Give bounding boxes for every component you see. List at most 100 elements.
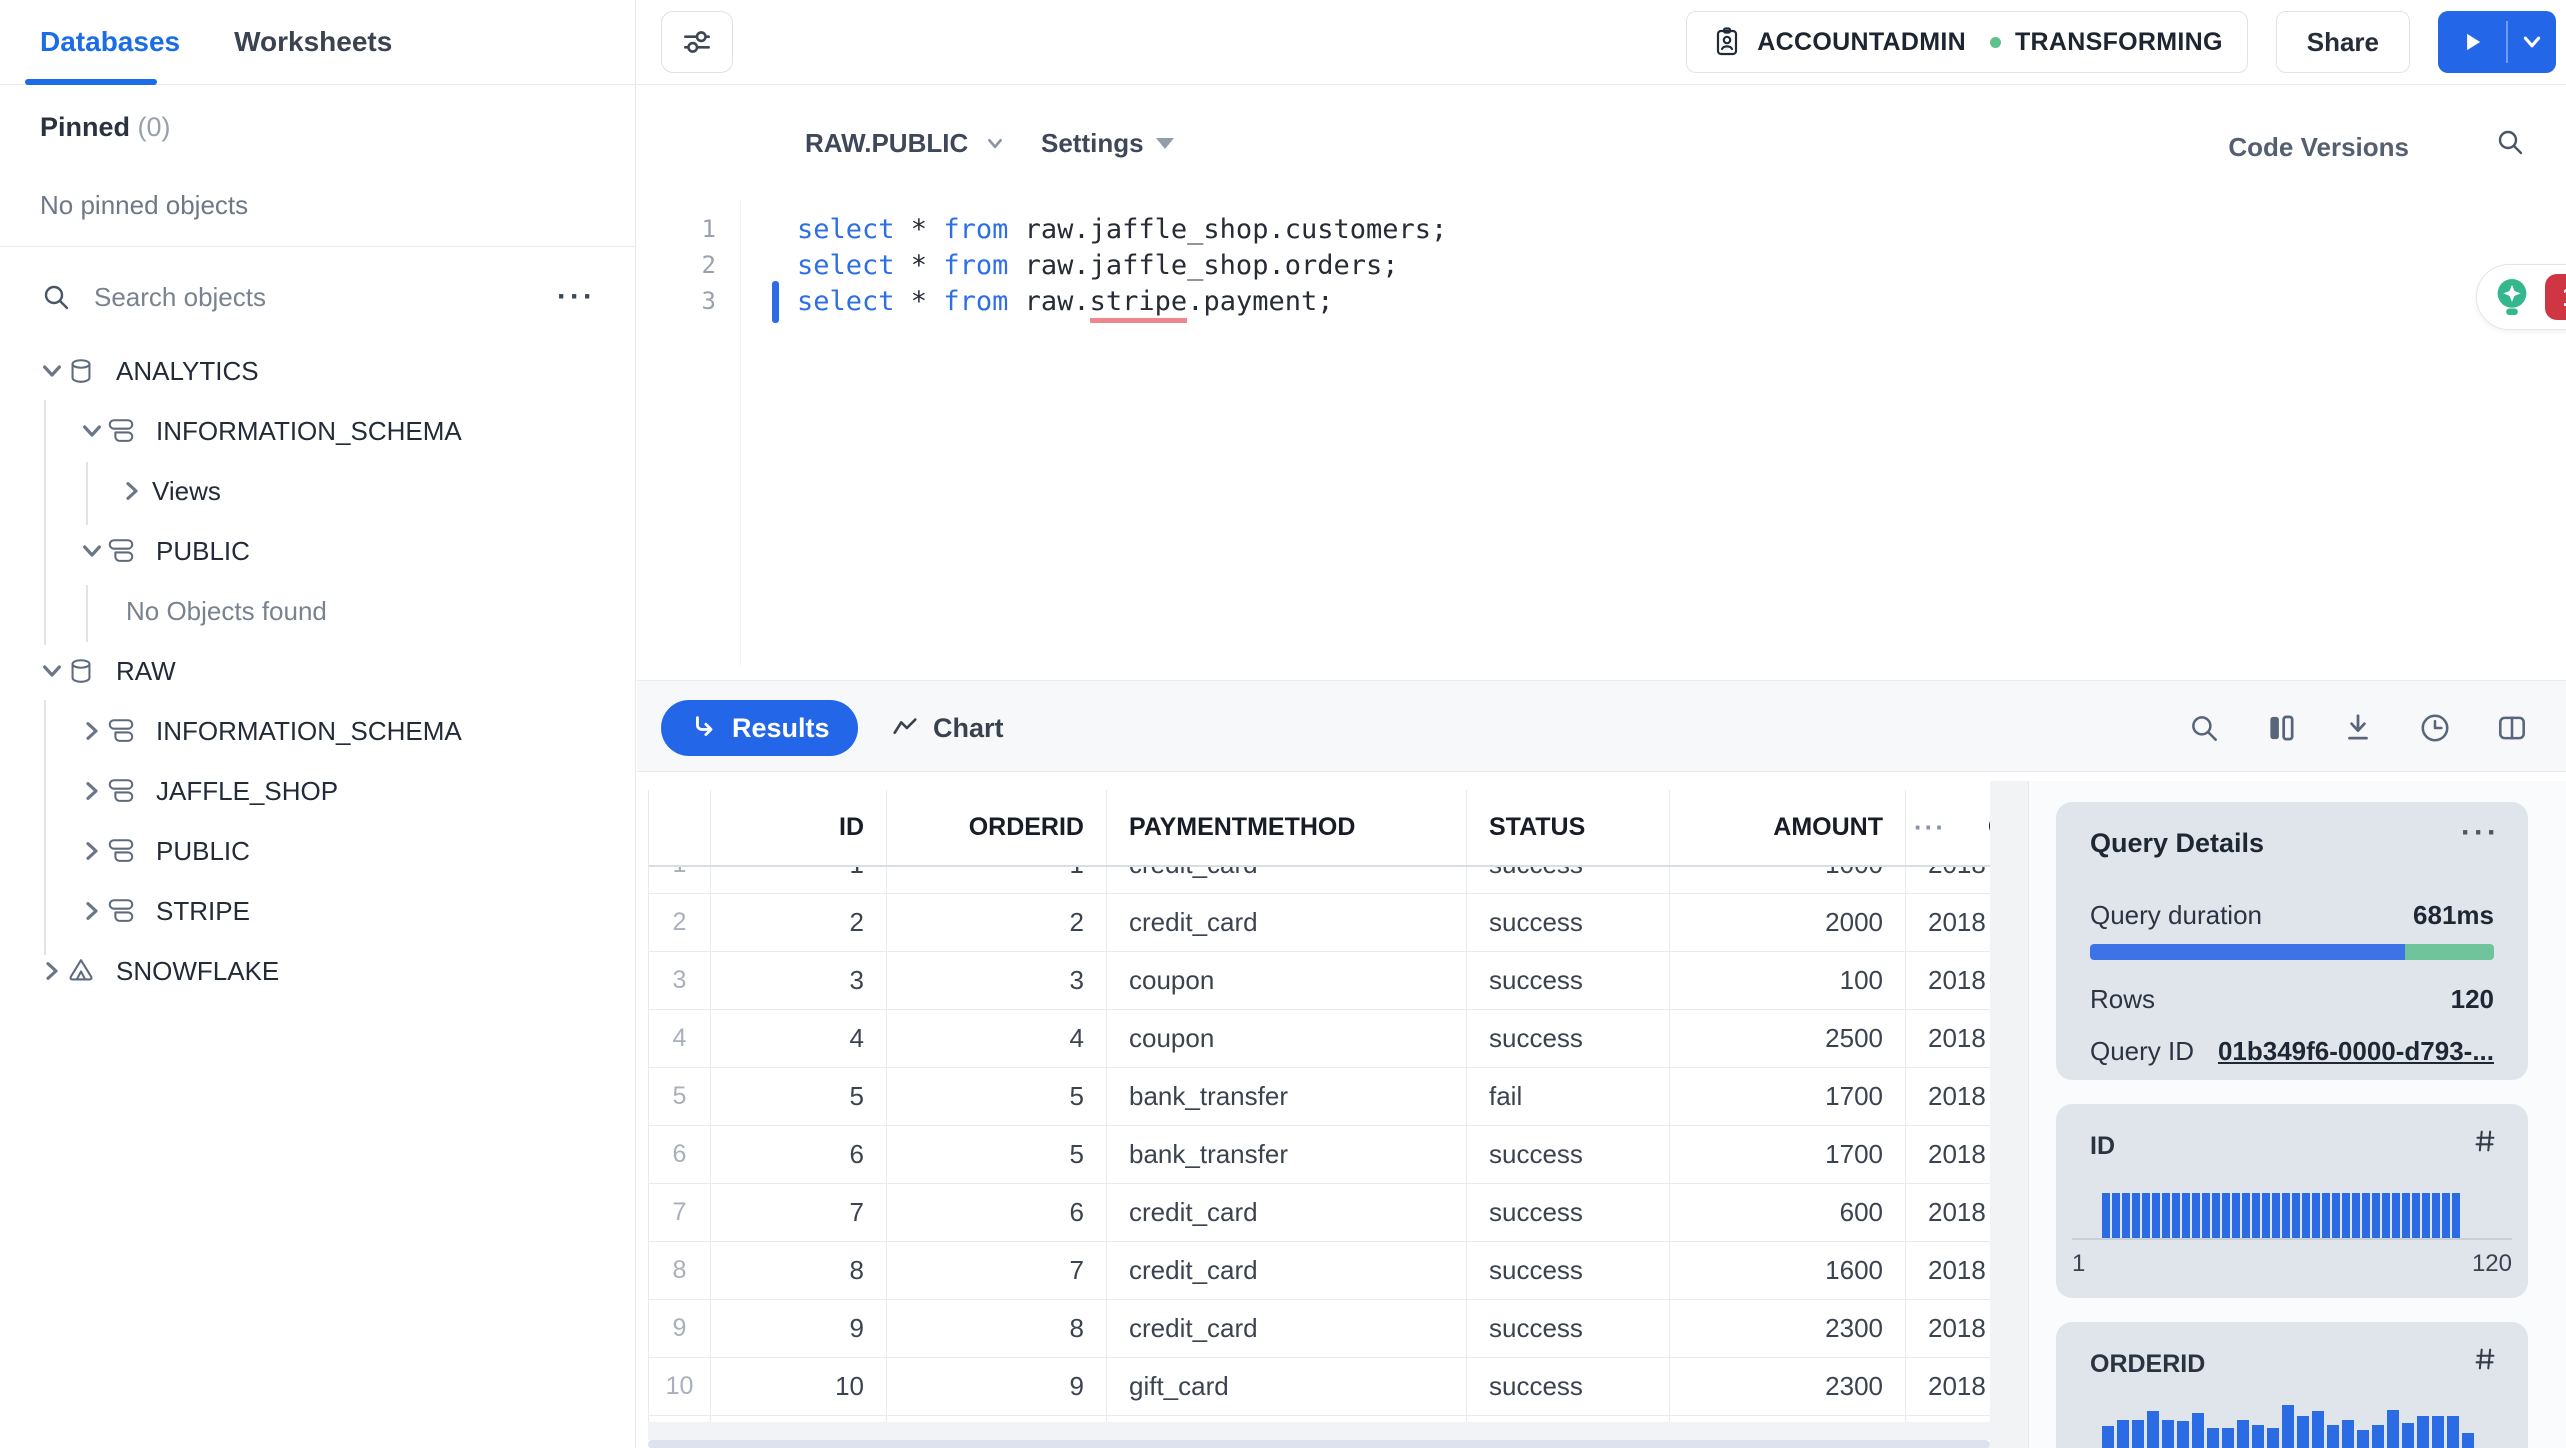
- copilot-suggestion-badge[interactable]: 1: [2476, 264, 2566, 330]
- cell: coupon: [1107, 952, 1467, 1009]
- code-line-1[interactable]: 1 select * from raw.jaffle_shop.customers…: [637, 211, 2517, 247]
- tree-item-label: Views: [152, 475, 221, 506]
- cell: 9: [711, 1300, 887, 1357]
- tree-item-raw[interactable]: RAW: [0, 641, 636, 701]
- tab-results[interactable]: Results: [661, 700, 858, 756]
- table-row[interactable]: 3 3 3 coupon success 100 2018: [649, 952, 1990, 1010]
- table-row[interactable]: 7 7 6 credit_card success 600 2018: [649, 1184, 1990, 1242]
- tree-item-views[interactable]: Views: [0, 461, 636, 521]
- histogram-bar: [2222, 1428, 2234, 1448]
- query-id-link[interactable]: 01b349f6-0000-d793-...: [2218, 1036, 2494, 1067]
- column-header-paymentmethod[interactable]: PAYMENTMETHOD: [1107, 790, 1467, 865]
- table-row[interactable]: 5 5 5 bank_transfer fail 1700 2018: [649, 1068, 1990, 1126]
- database-context-selector[interactable]: RAW.PUBLIC: [805, 128, 1010, 159]
- tree-item-information-schema[interactable]: INFORMATION_SCHEMA: [0, 401, 636, 461]
- sidebar-more-menu[interactable]: ···: [557, 282, 596, 312]
- tree-item-public[interactable]: PUBLIC: [0, 521, 636, 581]
- column-header-id[interactable]: ID: [711, 790, 887, 865]
- tree-item-public[interactable]: PUBLIC: [0, 821, 636, 881]
- histogram-bar: [2147, 1411, 2159, 1448]
- tree-item-snowflake[interactable]: SNOWFLAKE: [0, 941, 636, 1001]
- row-number: 6: [649, 1126, 711, 1183]
- histogram-bar: [2447, 1416, 2459, 1448]
- error-count-badge[interactable]: 1: [2545, 274, 2566, 320]
- code-line-2[interactable]: 2 select * from raw.jaffle_shop.orders;: [637, 247, 2517, 283]
- column-header-created[interactable]: ···CREATED: [1906, 790, 1990, 865]
- tree-item-analytics[interactable]: ANALYTICS: [0, 341, 636, 401]
- histogram-bar: [2372, 1193, 2380, 1238]
- table-row[interactable]: 8 8 7 credit_card success 1600 2018: [649, 1242, 1990, 1300]
- chevron-down-icon[interactable]: [78, 537, 106, 565]
- cell: 3: [711, 952, 887, 1009]
- filters-button[interactable]: [661, 11, 733, 73]
- table-row[interactable]: 4 4 4 coupon success 2500 2018: [649, 1010, 1990, 1068]
- object-search[interactable]: Search objects ···: [0, 247, 636, 347]
- cell: 4: [887, 1010, 1107, 1067]
- sql-editor[interactable]: 1 select * from raw.jaffle_shop.customers…: [637, 211, 2517, 323]
- chevron-right-icon[interactable]: [78, 897, 106, 925]
- cell: 2: [887, 894, 1107, 951]
- share-button[interactable]: Share: [2275, 11, 2410, 73]
- query-duration-value: 681ms: [2413, 900, 2494, 930]
- horizontal-scrollbar[interactable]: [648, 1440, 1990, 1448]
- tab-worksheets[interactable]: Worksheets: [234, 26, 392, 58]
- role-warehouse-selector[interactable]: ACCOUNTADMIN TRANSFORMING: [1686, 11, 2248, 73]
- cell: 9: [887, 1358, 1107, 1415]
- tree-item-jaffle-shop[interactable]: JAFFLE_SHOP: [0, 761, 636, 821]
- chart-line-icon: [890, 713, 920, 743]
- query-details-menu[interactable]: ···: [2461, 818, 2500, 848]
- histogram-bar: [2452, 1193, 2460, 1238]
- column-header-amount[interactable]: AMOUNT: [1670, 790, 1906, 865]
- number-type-icon[interactable]: [2470, 1344, 2500, 1374]
- cell: 7: [887, 1242, 1107, 1299]
- table-row[interactable]: 10 10 9 gift_card success 2300 2018: [649, 1358, 1990, 1416]
- tab-chart[interactable]: Chart: [890, 700, 1004, 756]
- histogram-bar: [2342, 1420, 2354, 1448]
- chevron-down-icon[interactable]: [78, 417, 106, 445]
- sidebar: Databases Worksheets Pinned (0) No pinne…: [0, 0, 636, 1448]
- fetch-time-segment: [2405, 944, 2494, 960]
- table-row[interactable]: 111credit_cardsuccess10002018: [649, 867, 1990, 894]
- histogram-bar: [2112, 1193, 2120, 1238]
- tab-databases[interactable]: Databases: [40, 26, 180, 58]
- search-icon[interactable]: [2186, 710, 2222, 746]
- column-header-orderid[interactable]: ORDERID: [887, 790, 1107, 865]
- table-row[interactable]: 9 9 8 credit_card success 2300 2018: [649, 1300, 1990, 1358]
- cell: coupon: [1107, 1010, 1467, 1067]
- chevron-right-icon[interactable]: [78, 717, 106, 745]
- id-histogram-axis: [2072, 1238, 2512, 1240]
- column-header-rownum[interactable]: [649, 790, 711, 865]
- column-header-status[interactable]: STATUS: [1467, 790, 1670, 865]
- tree-item-information-schema[interactable]: INFORMATION_SCHEMA: [0, 701, 636, 761]
- run-options-chevron-icon[interactable]: [2508, 11, 2556, 73]
- chevron-down-icon[interactable]: [38, 357, 66, 385]
- cell: 600: [1670, 1184, 1906, 1241]
- histogram-bar: [2352, 1193, 2360, 1238]
- chevron-right-icon[interactable]: [118, 477, 146, 505]
- play-icon[interactable]: [2438, 11, 2506, 73]
- active-statement-indicator: [772, 281, 779, 323]
- download-icon[interactable]: [2340, 710, 2376, 746]
- tree-item-stripe[interactable]: STRIPE: [0, 881, 636, 941]
- cell: 2500: [1670, 1010, 1906, 1067]
- histogram-bar: [2362, 1193, 2370, 1238]
- editor-search-icon[interactable]: [2494, 126, 2526, 158]
- history-icon[interactable]: [2417, 710, 2453, 746]
- code-versions-link[interactable]: Code Versions: [2228, 132, 2409, 163]
- tree-item-label: ANALYTICS: [116, 355, 259, 386]
- run-button[interactable]: [2438, 11, 2556, 73]
- chevron-right-icon[interactable]: [78, 777, 106, 805]
- panel-icon[interactable]: [2494, 710, 2530, 746]
- settings-dropdown[interactable]: Settings: [1041, 128, 1174, 159]
- code-line-3[interactable]: 3 select * from raw.stripe.payment;: [637, 281, 2517, 323]
- number-type-icon[interactable]: [2470, 1126, 2500, 1156]
- id-column-card: ID 1 120: [2056, 1104, 2528, 1298]
- hidden-columns-button[interactable]: ···: [1914, 790, 1946, 865]
- chevron-right-icon[interactable]: [78, 837, 106, 865]
- row-number: 3: [649, 952, 711, 1009]
- columns-icon[interactable]: [2263, 710, 2299, 746]
- table-row[interactable]: 2 2 2 credit_card success 2000 2018: [649, 894, 1990, 952]
- chevron-down-icon[interactable]: [38, 657, 66, 685]
- table-row[interactable]: 6 6 5 bank_transfer success 1700 2018: [649, 1126, 1990, 1184]
- chevron-right-icon[interactable]: [38, 957, 66, 985]
